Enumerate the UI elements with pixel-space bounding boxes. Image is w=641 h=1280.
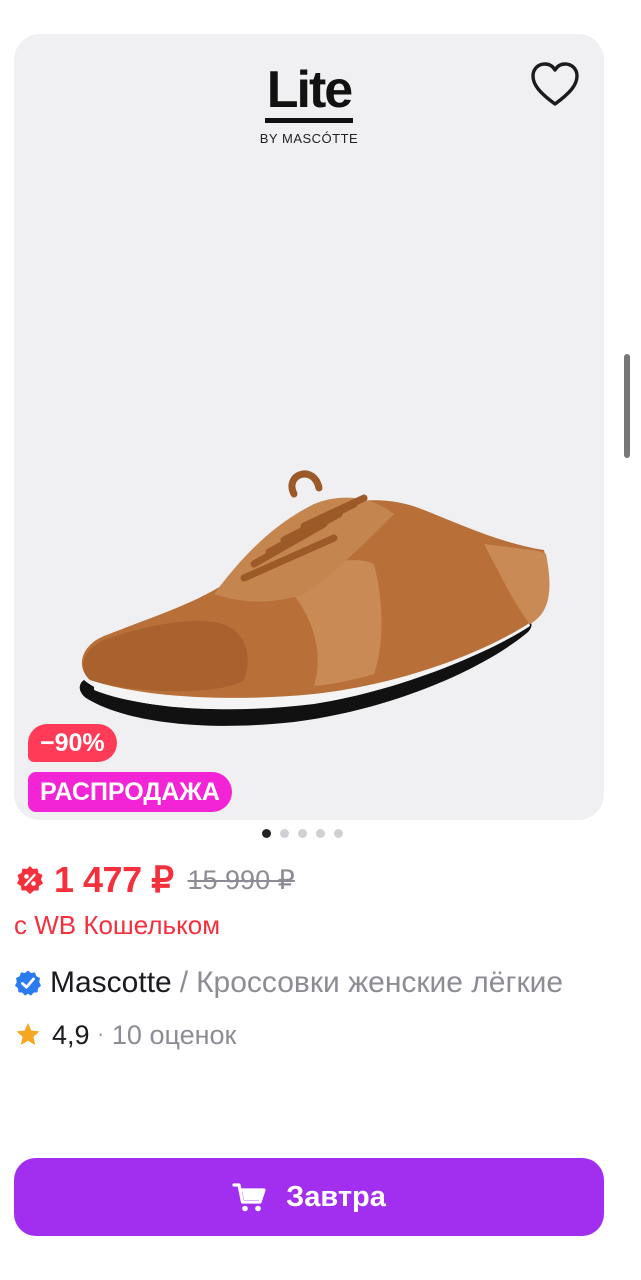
sale-badge: РАСПРОДАЖА [28,772,232,812]
rating-row[interactable]: 4,9 · 10 оценок [14,1016,236,1054]
title-separator: / [179,966,189,999]
wallet-discount-icon [17,866,43,894]
product-name: Кроссовки женские лёгкие [196,966,564,999]
cart-icon [232,1183,266,1212]
discount-badge: −90% [28,724,117,762]
add-to-cart-button[interactable]: Завтра [14,1158,604,1236]
brand-name[interactable]: Mascotte [50,966,172,1000]
reviews-count: 10 оценок [111,1019,237,1050]
wallet-note: с WB Кошельком [14,910,221,940]
carousel-dot[interactable] [298,829,307,838]
product-photo [79,470,550,726]
cart-button-label: Завтра [286,1180,386,1213]
current-price: 1 477 ₽ [54,859,174,900]
product-page: Lite BY MASCÓTTE −90% РАСПРОДАЖА 1 477 ₽… [0,0,641,1280]
logo-main-text: Lite [264,64,353,123]
rating-value: 4,9 [52,1019,90,1050]
product-image-card[interactable]: Lite BY MASCÓTTE −90% РАСПРОДАЖА [14,34,604,820]
carousel-dot[interactable] [334,829,343,838]
carousel-dot[interactable] [280,829,289,838]
verified-check-icon [15,970,41,996]
star-icon [16,1023,40,1045]
carousel-dot[interactable] [316,829,325,838]
logo-sub-text: BY MASCÓTTE [259,131,359,146]
rating-separator: · [97,1023,104,1047]
page-scrollbar[interactable] [624,354,630,458]
carousel-dot[interactable] [262,829,271,838]
carousel-dots [262,829,343,838]
heart-icon[interactable] [528,58,582,112]
brand-logo: Lite BY MASCÓTTE [14,64,604,146]
price-row: 1 477 ₽ 15 990 ₽ [14,858,295,902]
product-title[interactable]: Mascotte / Кроссовки женские лёгкие [14,962,606,1004]
old-price: 15 990 ₽ [187,864,295,895]
